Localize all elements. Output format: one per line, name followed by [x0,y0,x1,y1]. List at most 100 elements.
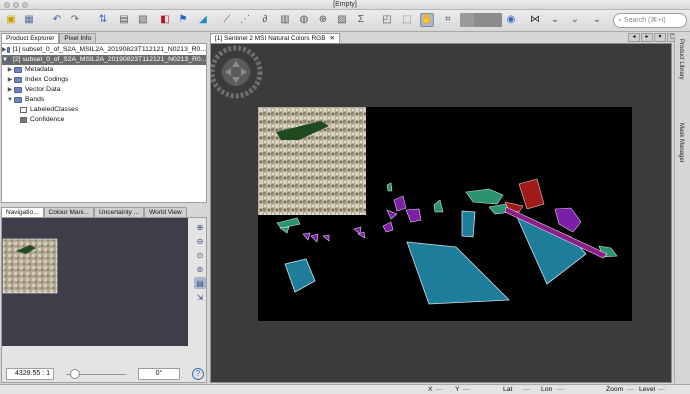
zoom-slider-handle[interactable] [70,369,80,379]
image-view-canvas[interactable] [210,43,672,383]
tab-product-explorer[interactable]: Product Explorer [1,33,60,43]
scatter-plot-icon[interactable]: ⋰ [238,13,252,27]
world-map-icon[interactable]: ◉ [504,13,518,27]
product-icon [6,47,10,53]
rgb-image-layer [258,107,366,215]
image-view-tabs: [1] Sentinel 2 MSI Natural Colors RGB ✕ [210,33,340,43]
navigation-overview[interactable] [2,218,188,346]
band-maths-icon[interactable]: ▤ [117,13,131,27]
window-controls[interactable] [4,2,28,8]
colour-manipulation-icon[interactable]: ◧ [158,13,172,27]
navigation-thumbnail [2,238,58,294]
status-lat-separator: — [523,386,530,393]
view-nav-buttons: ◂ ▸ ▾ ▢ [628,33,679,42]
profile-plot-icon[interactable]: ⟋ [220,13,234,27]
zoom-tool-icon[interactable]: ⌗ [441,13,455,27]
next-tab-icon[interactable]: ▸ [641,33,653,42]
folder-icon [14,97,22,103]
compute-icon[interactable]: Σ [354,13,368,27]
status-y: Y [455,386,460,393]
scale-field[interactable]: 4329.55 : 1 [6,368,54,380]
geo-coding-icon[interactable]: ⊕ [316,13,330,27]
status-bar: X — Y — Lat — Lon — Zoom — Level — [0,384,690,394]
tab-uncertainty[interactable]: Uncertainty ... [94,207,145,217]
open-product-icon[interactable]: ▣ [4,13,18,27]
tab-world-view[interactable]: World View [144,207,187,217]
shape-tools-group[interactable] [474,13,502,27]
right-sidebar: Product Library Mask Manager [674,33,690,383]
product-explorer-tabs: Product Explorer Pixel Info [1,33,97,43]
close-tab-icon[interactable]: ✕ [330,34,335,43]
class-water-polygon [461,210,476,238]
previous-tab-icon[interactable]: ◂ [628,33,640,42]
mask-area-icon[interactable]: ▨ [335,13,349,27]
zoom-all-icon[interactable]: ⊚ [194,263,206,275]
status-zoom: Zoom [606,386,624,393]
dropdown-chevron-icon-2[interactable]: ⌄ [568,13,582,27]
spectrum-icon[interactable]: ◢ [196,13,210,27]
status-lon: Lon [541,386,553,393]
tab-navigation[interactable]: Navigatio... [1,207,44,217]
status-x-separator: — [436,386,443,393]
search-icon: ⌕ [618,17,622,24]
product-icon [7,57,10,63]
status-level: Level [639,386,656,393]
graph-nodes-icon[interactable]: ⋈ [528,13,542,27]
image-icon[interactable]: ▧ [136,13,150,27]
select-tool-icon[interactable]: ⬚ [400,13,414,27]
histogram-icon[interactable]: ▥ [278,13,292,27]
rgb-window-icon[interactable]: ⚑ [176,13,190,27]
tree-item-metadata[interactable]: ▶ Metadata [2,65,53,75]
status-lon-separator: — [557,386,564,393]
dropdown-chevron-icon[interactable]: ⌄ [548,13,562,27]
pan-tool-icon[interactable]: ✋ [420,13,434,27]
folder-icon [14,77,22,83]
status-level-separator: — [658,386,665,393]
sidebar-item-mask-manager[interactable]: Mask Manager [678,123,684,163]
zoom-pixel-icon[interactable]: ⊙ [194,249,206,261]
tree-item-vector-data[interactable]: ▶ Vector Data [2,85,61,95]
title-bar: [Empty] [0,0,690,10]
sync-cursor-icon[interactable]: ⇲ [194,291,206,303]
sidebar-item-product-library[interactable]: Product Library [678,39,684,80]
information-icon[interactable]: ◍ [297,13,311,27]
tree-item-band-labeledclasses[interactable]: LabeledClasses [2,105,78,115]
tree-item-product-2[interactable]: ▼ [2] subset_0_of_S2A_MSIL2A_20190823T11… [2,55,206,65]
status-zoom-separator: — [627,386,634,393]
tree-item-product-1[interactable]: ▶ [1] subset_0_of_S2A_MSIL2A_20190823T11… [2,45,206,55]
redo-icon[interactable]: ↷ [68,13,82,27]
tab-pixel-info[interactable]: Pixel Info [59,33,97,43]
product-explorer-panel: ▶ [1] subset_0_of_S2A_MSIL2A_20190823T11… [1,43,207,203]
tab-list-icon[interactable]: ▾ [654,33,666,42]
tree-item-bands[interactable]: ▼ Bands [2,95,44,105]
status-y-separator: — [463,386,470,393]
zoom-out-icon[interactable]: ⊖ [194,235,206,247]
navigation-tabs: Navigatio... Colour Mani... Uncertainty … [1,207,187,217]
navigation-panel: ⊕ ⊖ ⊙ ⊚ ▤ ⇲ 4329.55 : 1 0° ? [1,217,207,383]
pin-manager-icon[interactable]: ◰ [380,13,394,27]
tab-colour-manipulation[interactable]: Colour Mani... [43,207,94,217]
image-view-svg [211,45,632,321]
pan-rotate-control[interactable] [211,45,263,99]
folder-icon [14,87,22,93]
undo-icon[interactable]: ↶ [50,13,64,27]
statistics-icon[interactable]: ∂ [258,13,272,27]
band-icon [20,107,27,113]
status-lat: Lat [503,386,513,393]
status-x: X [428,386,433,393]
zoom-in-icon[interactable]: ⊕ [194,221,206,233]
tree-item-band-confidence[interactable]: Confidence [2,115,64,125]
folder-icon [14,67,22,73]
dropdown-chevron-icon-3[interactable]: ⌄ [590,13,604,27]
band-icon [20,117,27,123]
rotation-field[interactable]: 0° [138,368,180,380]
sync-views-icon[interactable]: ▤ [194,277,206,289]
save-icon[interactable]: ▦ [22,13,36,27]
search-input[interactable]: ⌕ Search (⌘+I) [613,13,687,28]
tree-item-index-codings[interactable]: ▶ Index Codings [2,75,68,85]
window-title: [Empty] [333,1,357,8]
main-toolbar: ▣ ▦ ↶ ↷ ⇅ ▤ ▧ ◧ ⚑ ◢ ⟋ ⋰ ∂ ▥ ◍ ⊕ ▨ Σ ◰ ⬚ … [0,10,690,32]
graph-builder-icon[interactable]: ⇅ [96,13,110,27]
help-icon[interactable]: ? [192,368,204,380]
tab-sentinel2-natural-colors[interactable]: [1] Sentinel 2 MSI Natural Colors RGB ✕ [210,33,340,43]
